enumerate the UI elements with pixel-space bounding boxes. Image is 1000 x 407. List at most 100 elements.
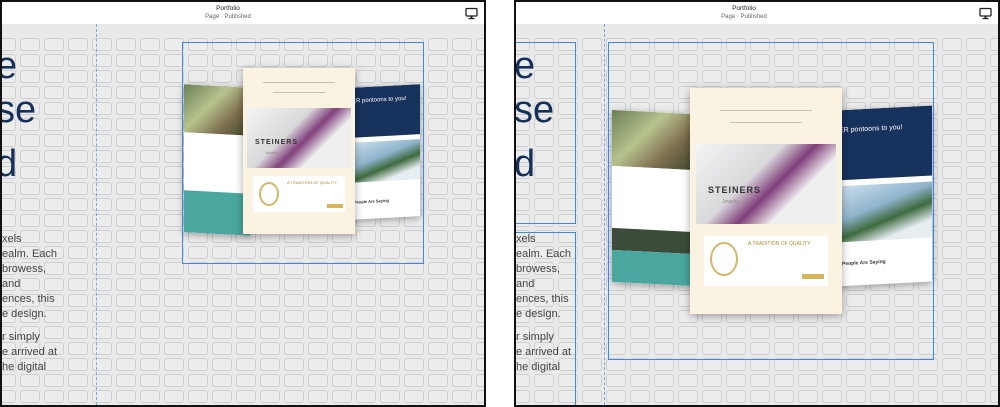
grid-cell	[966, 166, 986, 179]
grid-cell	[164, 150, 184, 163]
grid-cell	[260, 278, 280, 291]
grid-cell	[942, 342, 962, 355]
grid-cell	[92, 342, 112, 355]
grid-cell	[380, 342, 400, 355]
grid-cell	[774, 374, 794, 387]
grid-cell	[990, 230, 998, 243]
grid-cell	[236, 374, 256, 387]
grid-cell	[582, 294, 602, 307]
paragraph-text: xels ealm. Each browess, and ences, this…	[516, 232, 571, 375]
grid-cell	[92, 38, 112, 51]
grid-cell	[380, 326, 400, 339]
para-line: xels	[2, 233, 22, 245]
grid-cell	[476, 214, 484, 227]
grid-cell	[846, 390, 866, 403]
grid-cell	[966, 150, 986, 163]
grid-cell	[116, 150, 136, 163]
grid-cell	[918, 390, 938, 403]
grid-cell	[774, 390, 794, 403]
grid-cell	[44, 70, 64, 83]
grid-cell	[44, 214, 64, 227]
grid-cell	[188, 358, 208, 371]
grid-cell	[68, 374, 88, 387]
grid-cell	[68, 198, 88, 211]
desktop-monitor-icon[interactable]	[465, 7, 478, 20]
grid-cell	[92, 294, 112, 307]
grid-cell	[332, 358, 352, 371]
grid-cell	[236, 294, 256, 307]
grid-cell	[942, 294, 962, 307]
grid-cell	[92, 278, 112, 291]
grid-cell	[116, 86, 136, 99]
grid-cell	[452, 230, 472, 243]
grid-cell	[140, 198, 160, 211]
grid-cell	[164, 118, 184, 131]
grid-cell	[308, 374, 328, 387]
para-line: r simply	[516, 331, 554, 343]
grid-cell	[164, 358, 184, 371]
grid-cell	[188, 294, 208, 307]
selection-frame[interactable]	[182, 42, 424, 264]
grid-cell	[966, 214, 986, 227]
grid-cell	[798, 374, 818, 387]
grid-cell	[452, 198, 472, 211]
grid-cell	[822, 374, 842, 387]
grid-cell	[966, 54, 986, 67]
grid-cell	[966, 118, 986, 131]
grid-cell	[20, 70, 40, 83]
grid-cell	[20, 390, 40, 403]
grid-cell	[140, 342, 160, 355]
para-line: and	[2, 278, 21, 290]
grid-cell	[332, 278, 352, 291]
grid-cell	[582, 326, 602, 339]
grid-cell	[212, 310, 232, 323]
page-title: Portfolio	[216, 5, 240, 12]
grid-cell	[990, 390, 998, 403]
grid-cell	[260, 358, 280, 371]
grid-cell	[678, 390, 698, 403]
grid-cell	[942, 246, 962, 259]
grid-cell	[212, 390, 232, 403]
grid-cell	[582, 86, 602, 99]
grid-cell	[236, 342, 256, 355]
grid-cell	[236, 326, 256, 339]
grid-cell	[164, 38, 184, 51]
grid-cell	[452, 262, 472, 275]
grid-cell	[164, 230, 184, 243]
grid-cell	[164, 166, 184, 179]
grid-cell	[476, 38, 484, 51]
grid-cell	[92, 166, 112, 179]
grid-cell	[332, 390, 352, 403]
grid-cell	[630, 390, 650, 403]
grid-cell	[284, 342, 304, 355]
para-line: ences, this	[2, 293, 55, 305]
desktop-monitor-icon[interactable]	[979, 7, 992, 20]
paragraph-text: xels ealm. Each browess, and ences, this…	[2, 232, 57, 375]
grid-cell	[164, 278, 184, 291]
grid-cell	[116, 54, 136, 67]
grid-cell	[452, 374, 472, 387]
grid-cell	[116, 182, 136, 195]
grid-cell	[116, 342, 136, 355]
grid-cell	[68, 102, 88, 115]
grid-cell	[942, 198, 962, 211]
top-bar: Portfolio Page · Published	[2, 2, 484, 24]
grid-cell	[308, 294, 328, 307]
grid-cell	[212, 358, 232, 371]
grid-cell	[188, 374, 208, 387]
selection-frame[interactable]	[608, 42, 934, 360]
grid-cell	[990, 118, 998, 131]
grid-cell	[966, 134, 986, 147]
para-line: e arrived at	[516, 346, 572, 358]
grid-cell	[582, 134, 602, 147]
grid-cell	[212, 326, 232, 339]
grid-cell	[476, 374, 484, 387]
grid-cell	[44, 198, 64, 211]
grid-cell	[92, 230, 112, 243]
grid-cell	[582, 342, 602, 355]
grid-cell	[822, 390, 842, 403]
grid-cell	[116, 262, 136, 275]
grid-cell	[990, 294, 998, 307]
grid-cell	[116, 214, 136, 227]
grid-cell	[428, 54, 448, 67]
